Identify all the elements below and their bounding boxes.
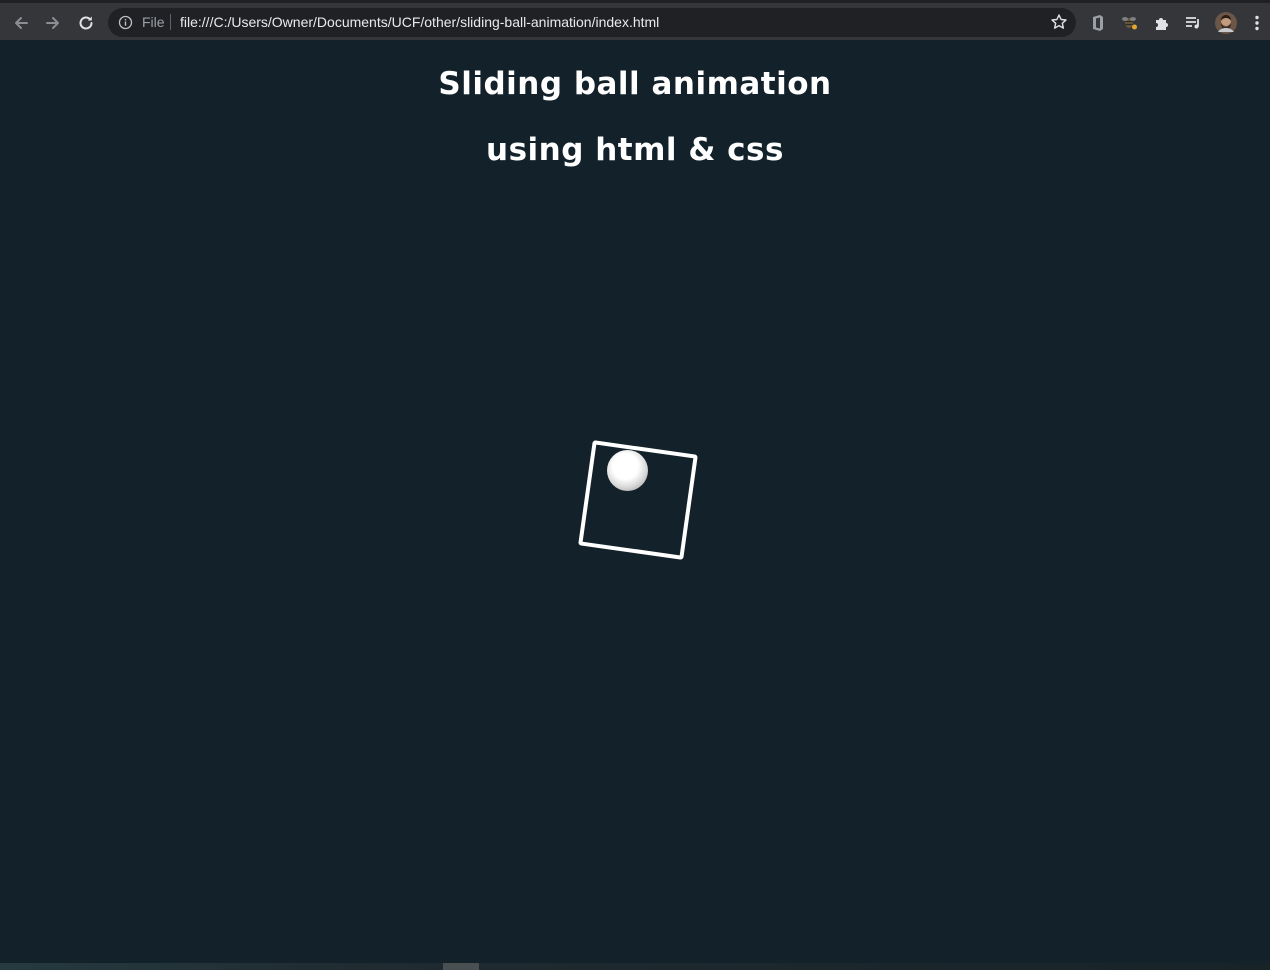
horizontal-scrollbar[interactable] (0, 963, 1270, 970)
reload-button[interactable] (72, 9, 100, 37)
address-bar[interactable]: File file:///C:/Users/Owner/Documents/UC… (108, 8, 1076, 37)
back-button[interactable] (7, 9, 35, 37)
page-title: Sliding ball animation (438, 66, 832, 102)
scrollbar-thumb[interactable] (443, 963, 479, 970)
office-extension-icon (1090, 14, 1106, 32)
puzzle-extensions-icon (1153, 14, 1171, 32)
forward-arrow-icon (44, 14, 62, 32)
sliding-ball (607, 450, 648, 491)
site-info-label[interactable]: File (142, 14, 165, 30)
bee-extension-icon (1121, 14, 1139, 32)
kebab-menu-icon (1254, 14, 1260, 32)
star-icon[interactable] (1050, 13, 1068, 35)
profile-avatar (1215, 12, 1237, 34)
office-extension-button[interactable] (1084, 9, 1112, 37)
media-queue-icon (1184, 14, 1202, 32)
extensions-button[interactable] (1148, 9, 1176, 37)
browser-menu-button[interactable] (1244, 9, 1270, 37)
profile-button[interactable] (1212, 9, 1240, 37)
address-divider (170, 14, 171, 30)
media-queue-button[interactable] (1179, 9, 1207, 37)
page-subtitle: using html & css (486, 132, 784, 168)
reload-icon (77, 14, 95, 32)
url-text[interactable]: file:///C:/Users/Owner/Documents/UCF/oth… (180, 14, 659, 30)
info-icon[interactable] (118, 15, 133, 34)
forward-button[interactable] (39, 9, 67, 37)
browser-toolbar: File file:///C:/Users/Owner/Documents/UC… (0, 0, 1270, 40)
bee-extension-button[interactable] (1116, 9, 1144, 37)
back-arrow-icon (12, 14, 30, 32)
